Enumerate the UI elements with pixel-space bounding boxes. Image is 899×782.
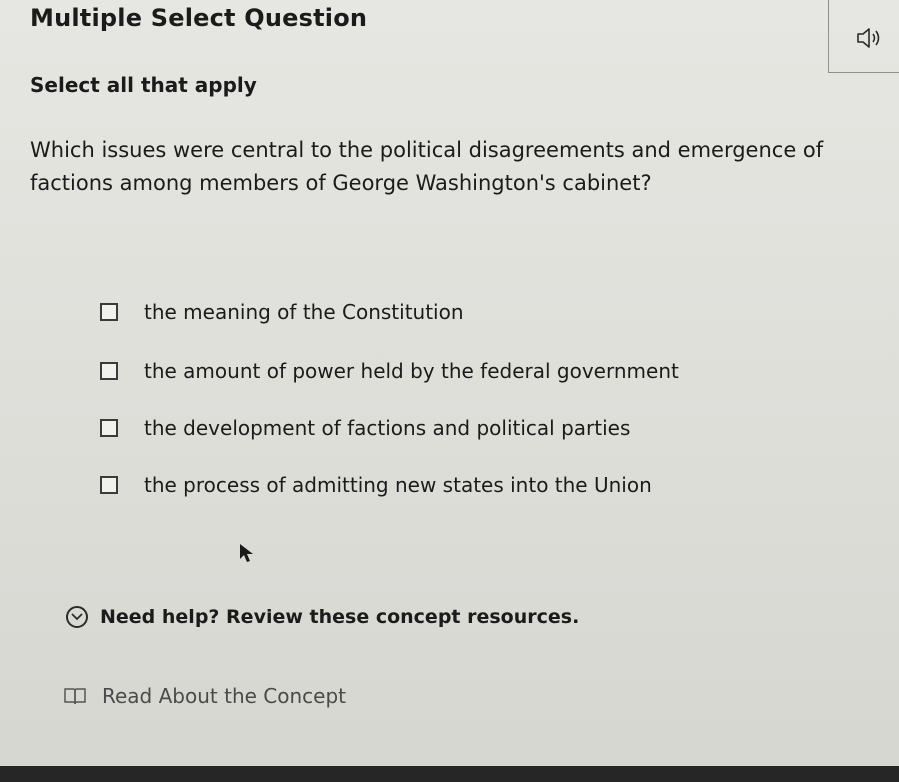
question-header: Multiple Select Question — [0, 0, 899, 73]
instructions-text: Select all that apply — [30, 73, 257, 97]
answer-option-3[interactable]: the development of factions and politica… — [100, 412, 679, 444]
answer-option-2[interactable]: the amount of power held by the federal … — [100, 355, 679, 387]
chevron-down-circle-icon — [66, 606, 88, 628]
option-checkbox[interactable] — [100, 362, 118, 380]
option-label: the process of admitting new states into… — [144, 473, 652, 497]
option-checkbox[interactable] — [100, 419, 118, 437]
option-label: the amount of power held by the federal … — [144, 359, 679, 383]
option-label: the development of factions and politica… — [144, 416, 631, 440]
answer-options: the meaning of the Constitution the amou… — [100, 296, 679, 528]
question-prompt: Which issues were central to the politic… — [30, 138, 824, 195]
help-text: Need help? Review these concept resource… — [100, 606, 580, 628]
read-aloud-button[interactable] — [852, 22, 888, 54]
screen-bottom-edge — [0, 766, 899, 782]
option-checkbox[interactable] — [100, 476, 118, 494]
answer-option-4[interactable]: the process of admitting new states into… — [100, 469, 679, 501]
mouse-pointer-icon — [239, 543, 255, 567]
speaker-icon — [857, 28, 880, 48]
question-type-title: Multiple Select Question — [30, 4, 368, 32]
answer-option-1[interactable]: the meaning of the Constitution — [100, 296, 679, 328]
header-divider-bottom — [828, 72, 899, 73]
concept-resources-toggle[interactable]: Need help? Review these concept resource… — [66, 606, 579, 628]
option-label: the meaning of the Constitution — [144, 300, 464, 324]
resource-label: Read About the Concept — [102, 684, 346, 708]
header-divider — [828, 0, 829, 72]
book-icon — [62, 685, 88, 707]
option-checkbox[interactable] — [100, 303, 118, 321]
read-about-concept-link[interactable]: Read About the Concept — [62, 684, 346, 708]
